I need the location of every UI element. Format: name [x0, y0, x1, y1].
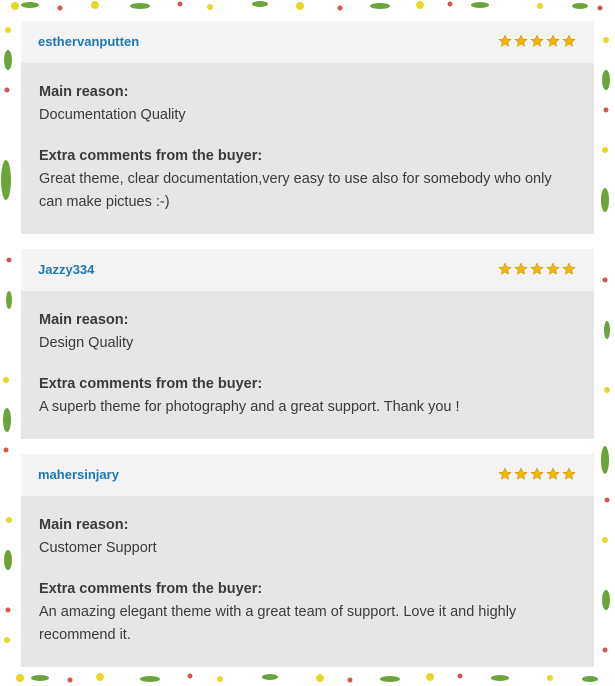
review-card: Jazzy334 Main reason: Design Quality Ext…	[21, 249, 594, 439]
comments-text: An amazing elegant theme with a great te…	[39, 604, 517, 643]
review-card: mahersinjary Main reason: Customer Suppo…	[21, 454, 594, 667]
floral-border-top	[0, 0, 615, 16]
floral-border-right	[597, 0, 615, 686]
star-icon	[530, 262, 544, 275]
star-icon	[514, 34, 528, 47]
star-icon	[546, 467, 560, 480]
floral-border-left	[0, 0, 18, 686]
review-card: esthervanputten Main reason: Documentati…	[21, 21, 594, 234]
main-reason-value: Documentation Quality	[39, 107, 186, 123]
comments-label: Extra comments from the buyer:	[39, 376, 263, 392]
star-rating	[498, 467, 576, 481]
main-reason-value: Customer Support	[39, 540, 157, 556]
star-icon	[530, 467, 544, 480]
floral-border-bottom	[0, 668, 615, 686]
main-reason-label: Main reason:	[39, 517, 129, 533]
star-icon	[514, 467, 528, 480]
star-icon	[498, 262, 512, 275]
star-icon	[546, 34, 560, 47]
main-reason-label: Main reason:	[39, 312, 129, 328]
review-body: Main reason: Documentation Quality Extra…	[21, 63, 594, 234]
star-icon	[530, 34, 544, 47]
star-rating	[498, 262, 576, 276]
comments-text: Great theme, clear documentation,very ea…	[39, 171, 552, 210]
reviewer-username[interactable]: Jazzy334	[38, 262, 94, 277]
reviewer-username[interactable]: mahersinjary	[38, 467, 119, 482]
main-reason-label: Main reason:	[39, 84, 129, 100]
star-icon	[498, 34, 512, 47]
review-header: esthervanputten	[21, 21, 594, 63]
review-body: Main reason: Customer Support Extra comm…	[21, 496, 594, 667]
comments-label: Extra comments from the buyer:	[39, 148, 263, 164]
review-header: mahersinjary	[21, 454, 594, 496]
star-icon	[562, 467, 576, 480]
star-icon	[546, 262, 560, 275]
main-reason-value: Design Quality	[39, 335, 134, 351]
comments-label: Extra comments from the buyer:	[39, 581, 263, 597]
review-body: Main reason: Design Quality Extra commen…	[21, 291, 594, 439]
star-icon	[562, 34, 576, 47]
star-rating	[498, 34, 576, 48]
star-icon	[514, 262, 528, 275]
comments-text: A superb theme for photography and a gre…	[39, 399, 460, 415]
star-icon	[562, 262, 576, 275]
star-icon	[498, 467, 512, 480]
reviewer-username[interactable]: esthervanputten	[38, 34, 139, 49]
review-header: Jazzy334	[21, 249, 594, 291]
